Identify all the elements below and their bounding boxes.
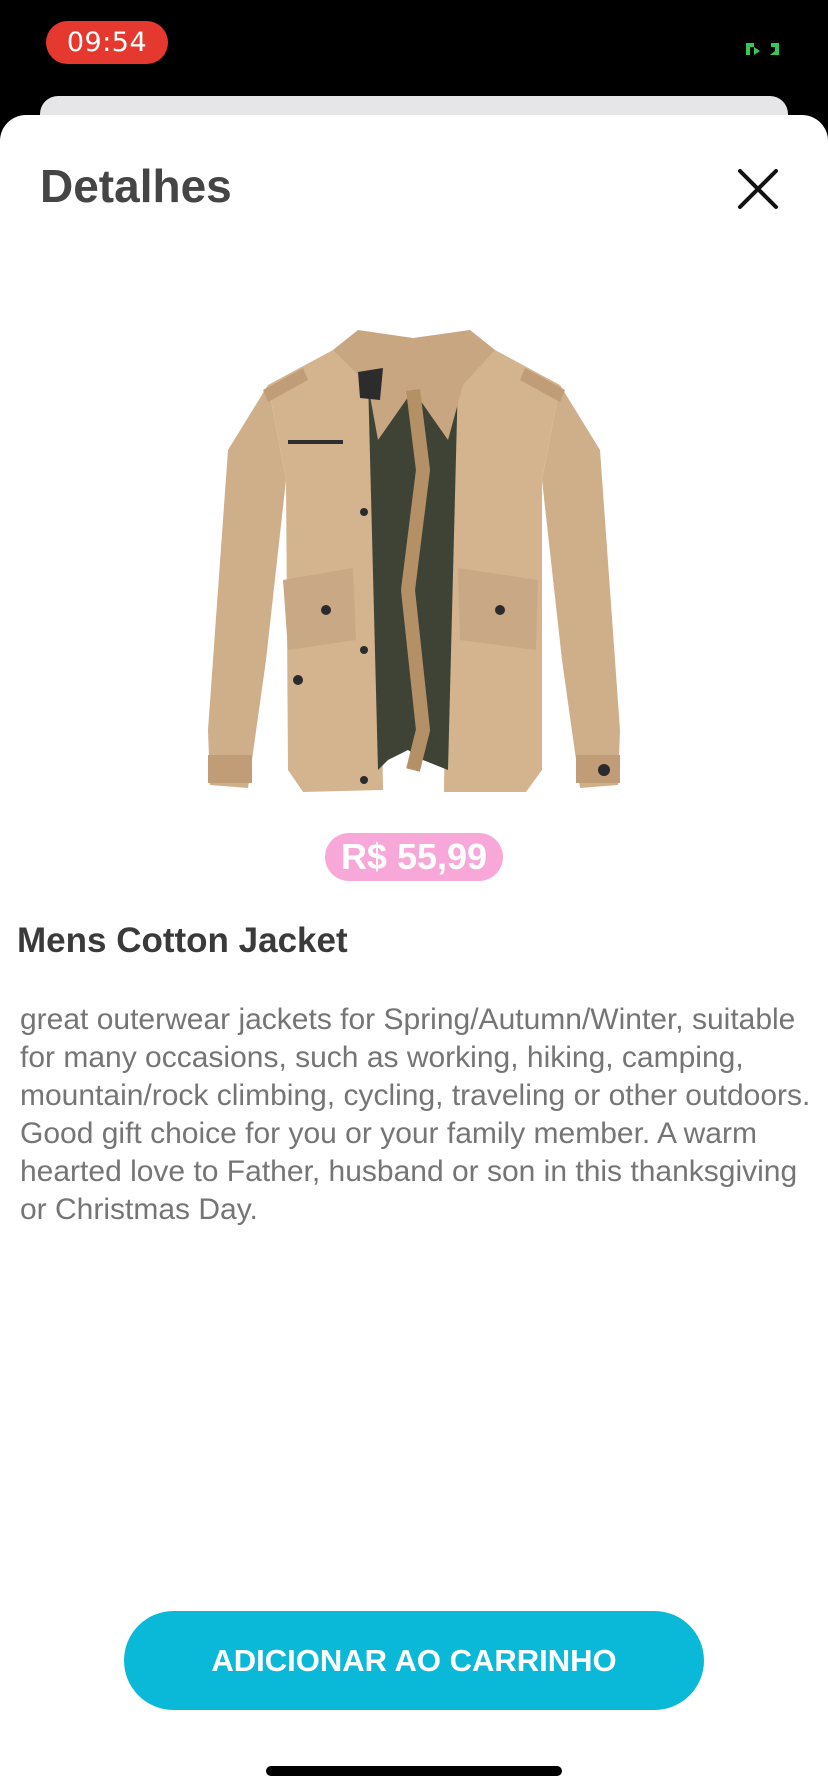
status-time: 09:54: [46, 21, 168, 64]
jacket-image: [208, 330, 620, 792]
details-modal: Detalhes R$ 55,99 Mens Cotton Jacket gre…: [0, 115, 828, 1792]
close-icon[interactable]: [734, 165, 782, 213]
product-name: Mens Cotton Jacket: [17, 921, 348, 960]
modal-title: Detalhes: [40, 160, 232, 212]
home-indicator[interactable]: [266, 1766, 562, 1776]
price-badge: R$ 55,99: [325, 833, 503, 881]
add-to-cart-button[interactable]: ADICIONAR AO CARRINHO: [124, 1611, 704, 1710]
screen-mirroring-icon: [744, 39, 781, 59]
product-description: great outerwear jackets for Spring/Autum…: [20, 1003, 811, 1226]
